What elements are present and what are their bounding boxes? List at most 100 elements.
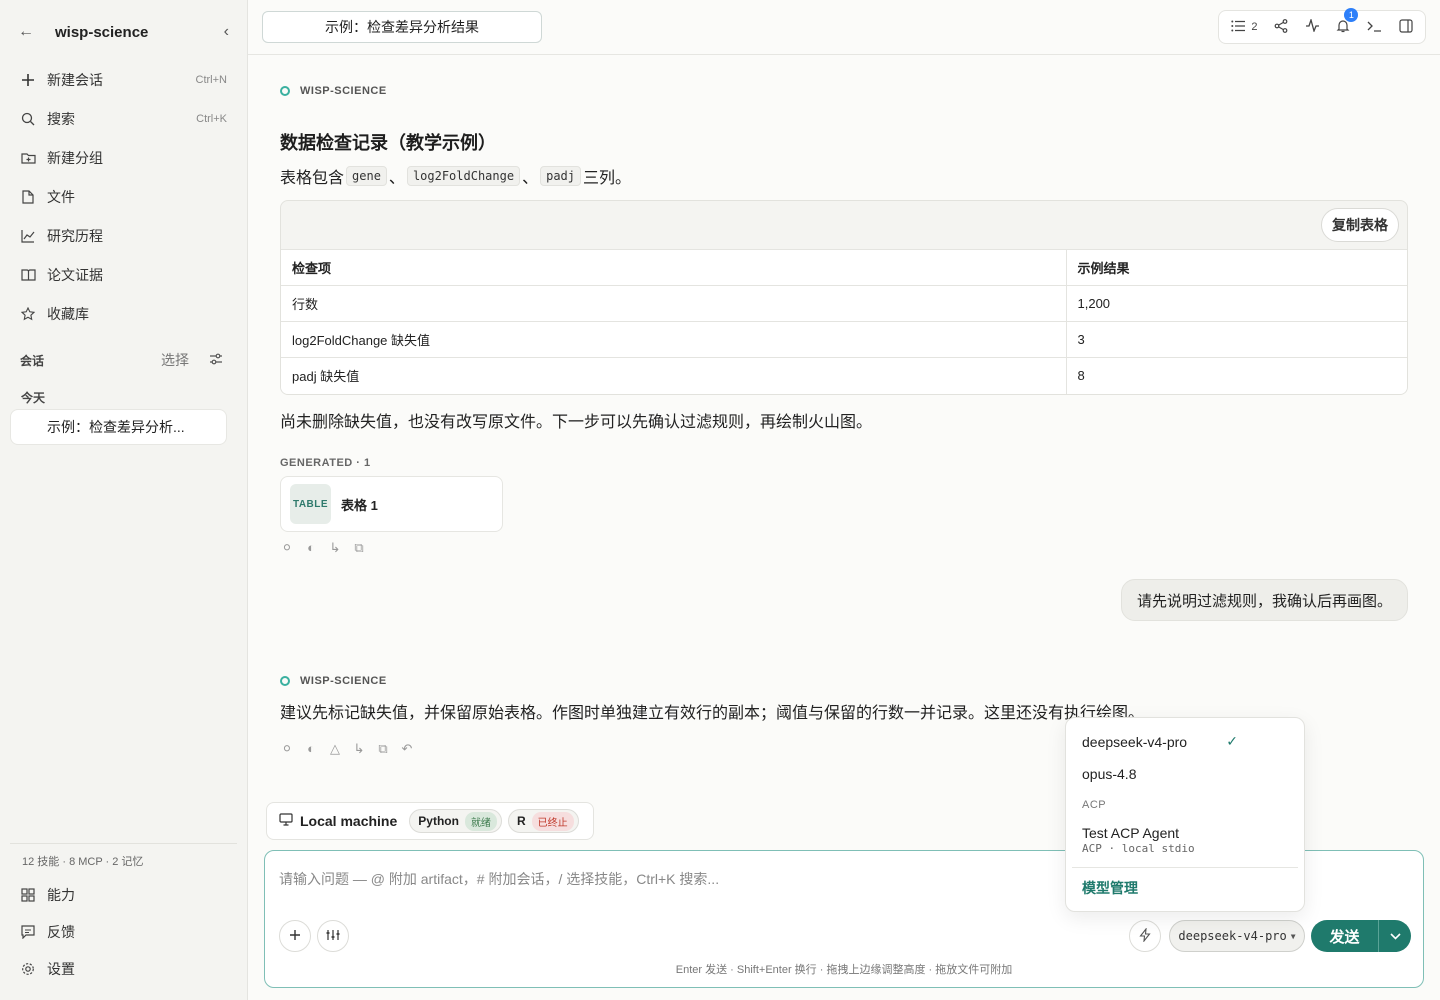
artifact-name: 表格 1	[341, 497, 378, 513]
filter-icon[interactable]	[209, 352, 223, 368]
share-button[interactable]	[1274, 18, 1288, 36]
quick-mode-button[interactable]	[1129, 920, 1161, 952]
tools-button[interactable]	[317, 920, 349, 952]
user-message: 请先说明过滤规则，我确认后再画图。	[1120, 579, 1408, 621]
status-badge: 就绪	[464, 811, 497, 831]
table-row: padj 缺失值 8	[281, 357, 1407, 394]
flask-icon[interactable]: △	[328, 741, 342, 757]
contrast-icon[interactable]: ◐	[304, 741, 318, 757]
toggle-panel-button[interactable]	[1399, 18, 1413, 36]
chart-line-icon	[20, 228, 36, 244]
table-artifact-icon: TABLE	[290, 484, 331, 524]
sidebar-item-new-group[interactable]: 新建分组	[10, 138, 237, 177]
branch-icon[interactable]: ↳	[352, 741, 366, 757]
sidebar-item-feedback[interactable]: 反馈	[10, 913, 237, 950]
branch-icon[interactable]: ↳	[328, 540, 342, 556]
agent-logo-icon	[280, 676, 290, 686]
sidebar-item-label: 设置	[47, 960, 75, 977]
send-options-chevron-icon[interactable]	[1378, 920, 1411, 952]
copy-icon[interactable]: ⧉	[376, 741, 390, 757]
sidebar-item-favorites[interactable]: 收藏库	[10, 294, 237, 333]
sidebar-item-files[interactable]: 文件	[10, 177, 237, 216]
sidebar-item-label: 收藏库	[47, 305, 89, 322]
message-intro: 表格包含 gene 、 log2FoldChange 、 padj 三列。	[280, 164, 631, 188]
plus-icon	[289, 928, 301, 944]
model-option-deepseek[interactable]: deepseek-v4-pro	[1082, 734, 1187, 750]
sidebar-item-search[interactable]: 搜索 Ctrl+K	[10, 99, 237, 138]
lightning-icon	[1139, 926, 1151, 945]
kernel-name: Python	[418, 814, 459, 828]
divider	[10, 843, 237, 844]
separator: 、	[522, 170, 539, 187]
copy-table-button[interactable]: 复制表格	[1321, 208, 1399, 242]
inline-code: gene	[346, 166, 387, 186]
send-button-group: 发送	[1311, 920, 1411, 952]
terminal-button[interactable]	[1367, 20, 1382, 35]
sidebar-item-capabilities[interactable]: 能力	[10, 876, 237, 913]
list-icon	[1231, 20, 1246, 35]
terminal-icon	[1367, 20, 1382, 35]
sidebar-nav: 新建会话 Ctrl+N 搜索 Ctrl+K 新建分组 文件 研究历程 论文证据 …	[10, 60, 237, 333]
search-icon	[20, 111, 36, 127]
agent-label: WISP-SCIENCE	[280, 85, 387, 97]
model-management-link[interactable]: 模型管理	[1082, 878, 1138, 898]
capability-stats: 12 技能 · 8 MCP · 2 记忆	[22, 856, 144, 868]
contrast-icon[interactable]: ◐	[304, 540, 318, 556]
activity-button[interactable]	[1305, 17, 1320, 35]
message-summary: 尚未删除缺失值，也没有改写原文件。下一步可以先确认过滤规则，再绘制火山图。	[280, 414, 873, 431]
task-list-button[interactable]: 2	[1231, 20, 1257, 35]
attach-button[interactable]	[279, 920, 311, 952]
artifact-card[interactable]: TABLE 表格 1	[280, 476, 503, 532]
task-count: 2	[1251, 21, 1258, 33]
conversation-title-field[interactable]: 示例：检查差异分析结果	[262, 11, 542, 43]
day-label: 今天	[21, 391, 46, 405]
agent-logo-icon	[280, 86, 290, 96]
sidebar-item-settings[interactable]: 设置	[10, 950, 237, 987]
model-option-opus[interactable]: opus-4.8	[1082, 766, 1136, 782]
model-select[interactable]: deepseek-v4-pro ▼	[1169, 920, 1305, 952]
sidebar-item-new-chat[interactable]: 新建会话 Ctrl+N	[10, 60, 237, 99]
agent-label: WISP-SCIENCE	[280, 675, 387, 687]
message-heading: 数据检查记录（教学示例）	[280, 133, 496, 153]
lock-icon[interactable]: ⚪	[280, 741, 294, 757]
notifications-button[interactable]: 1	[1336, 7, 1359, 36]
kernel-chip-r[interactable]: R 已终止	[507, 809, 579, 833]
environment-bar: Local machine Python 就绪 R 已终止	[266, 802, 594, 840]
inline-code: log2FoldChange	[406, 166, 521, 186]
select-button[interactable]: 选择	[161, 350, 189, 370]
separator: 、	[388, 170, 405, 187]
send-button[interactable]: 发送	[1311, 920, 1378, 952]
monitor-icon	[279, 813, 293, 829]
collapse-sidebar-icon[interactable]: ‹	[224, 23, 229, 41]
kernel-chip-python[interactable]: Python 就绪	[409, 809, 502, 833]
inline-code: padj	[540, 166, 582, 186]
shortcut-label: Ctrl+K	[196, 112, 227, 125]
table-cell: log2FoldChange 缺失值	[281, 321, 1067, 358]
message-icon	[20, 924, 36, 940]
share-icon	[1274, 18, 1288, 36]
model-dropdown: deepseek-v4-pro ✓ opus-4.8 ACP Test ACP …	[1065, 717, 1305, 912]
back-arrow-icon[interactable]: ←	[18, 23, 38, 41]
conversation-item[interactable]: 示例：检查差异分析...	[10, 409, 227, 445]
composer-placeholder[interactable]: 请输入问题 — @ 附加 artifact，# 附加会话，/ 选择技能，Ctrl…	[279, 869, 719, 889]
section-title: 会话	[20, 353, 45, 368]
lock-icon[interactable]: ⚪	[280, 540, 294, 556]
sidebar-item-research-history[interactable]: 研究历程	[10, 216, 237, 255]
status-badge: 已终止	[531, 811, 574, 831]
table-cell: padj 缺失值	[281, 357, 1067, 394]
agent-name: WISP-SCIENCE	[300, 85, 387, 97]
sidebar-item-label: 反馈	[47, 923, 75, 940]
acp-agent-option[interactable]: Test ACP Agent	[1082, 825, 1179, 841]
notification-badge: 1	[1344, 7, 1359, 22]
table-header: 示例结果	[1066, 249, 1407, 286]
sidebar-item-label: 研究历程	[47, 227, 103, 244]
machine-name: Local machine	[300, 813, 398, 829]
undo-icon[interactable]: ↶	[400, 741, 414, 757]
toolbar: 2 1	[1218, 7, 1426, 44]
sidebar-item-paper-evidence[interactable]: 论文证据	[10, 255, 237, 294]
agent-reply: 建议先标记缺失值，并保留原始表格。作图时单独建立有效行的副本；阈值与保留的行数一…	[280, 705, 1145, 722]
composer-hint: Enter 发送 · Shift+Enter 换行 · 拖拽上边缘调整高度 · …	[675, 964, 1013, 976]
table-header: 检查项	[281, 249, 1067, 286]
panel-icon	[1399, 18, 1413, 36]
copy-icon[interactable]: ⧉	[352, 540, 366, 556]
